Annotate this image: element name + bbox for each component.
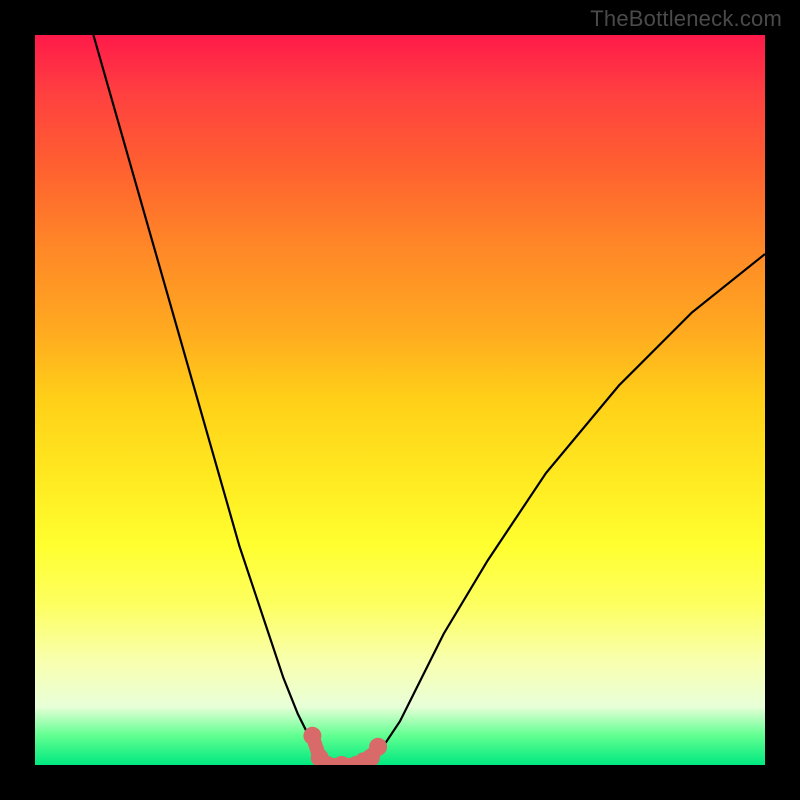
bottleneck-curve <box>93 35 765 765</box>
plot-area <box>35 35 765 765</box>
attribution-text: TheBottleneck.com <box>590 6 782 32</box>
curve-overlay <box>35 35 765 765</box>
highlight-point <box>303 727 321 745</box>
chart-frame: TheBottleneck.com <box>0 0 800 800</box>
highlight-markers <box>303 727 387 765</box>
highlight-point <box>369 738 387 756</box>
